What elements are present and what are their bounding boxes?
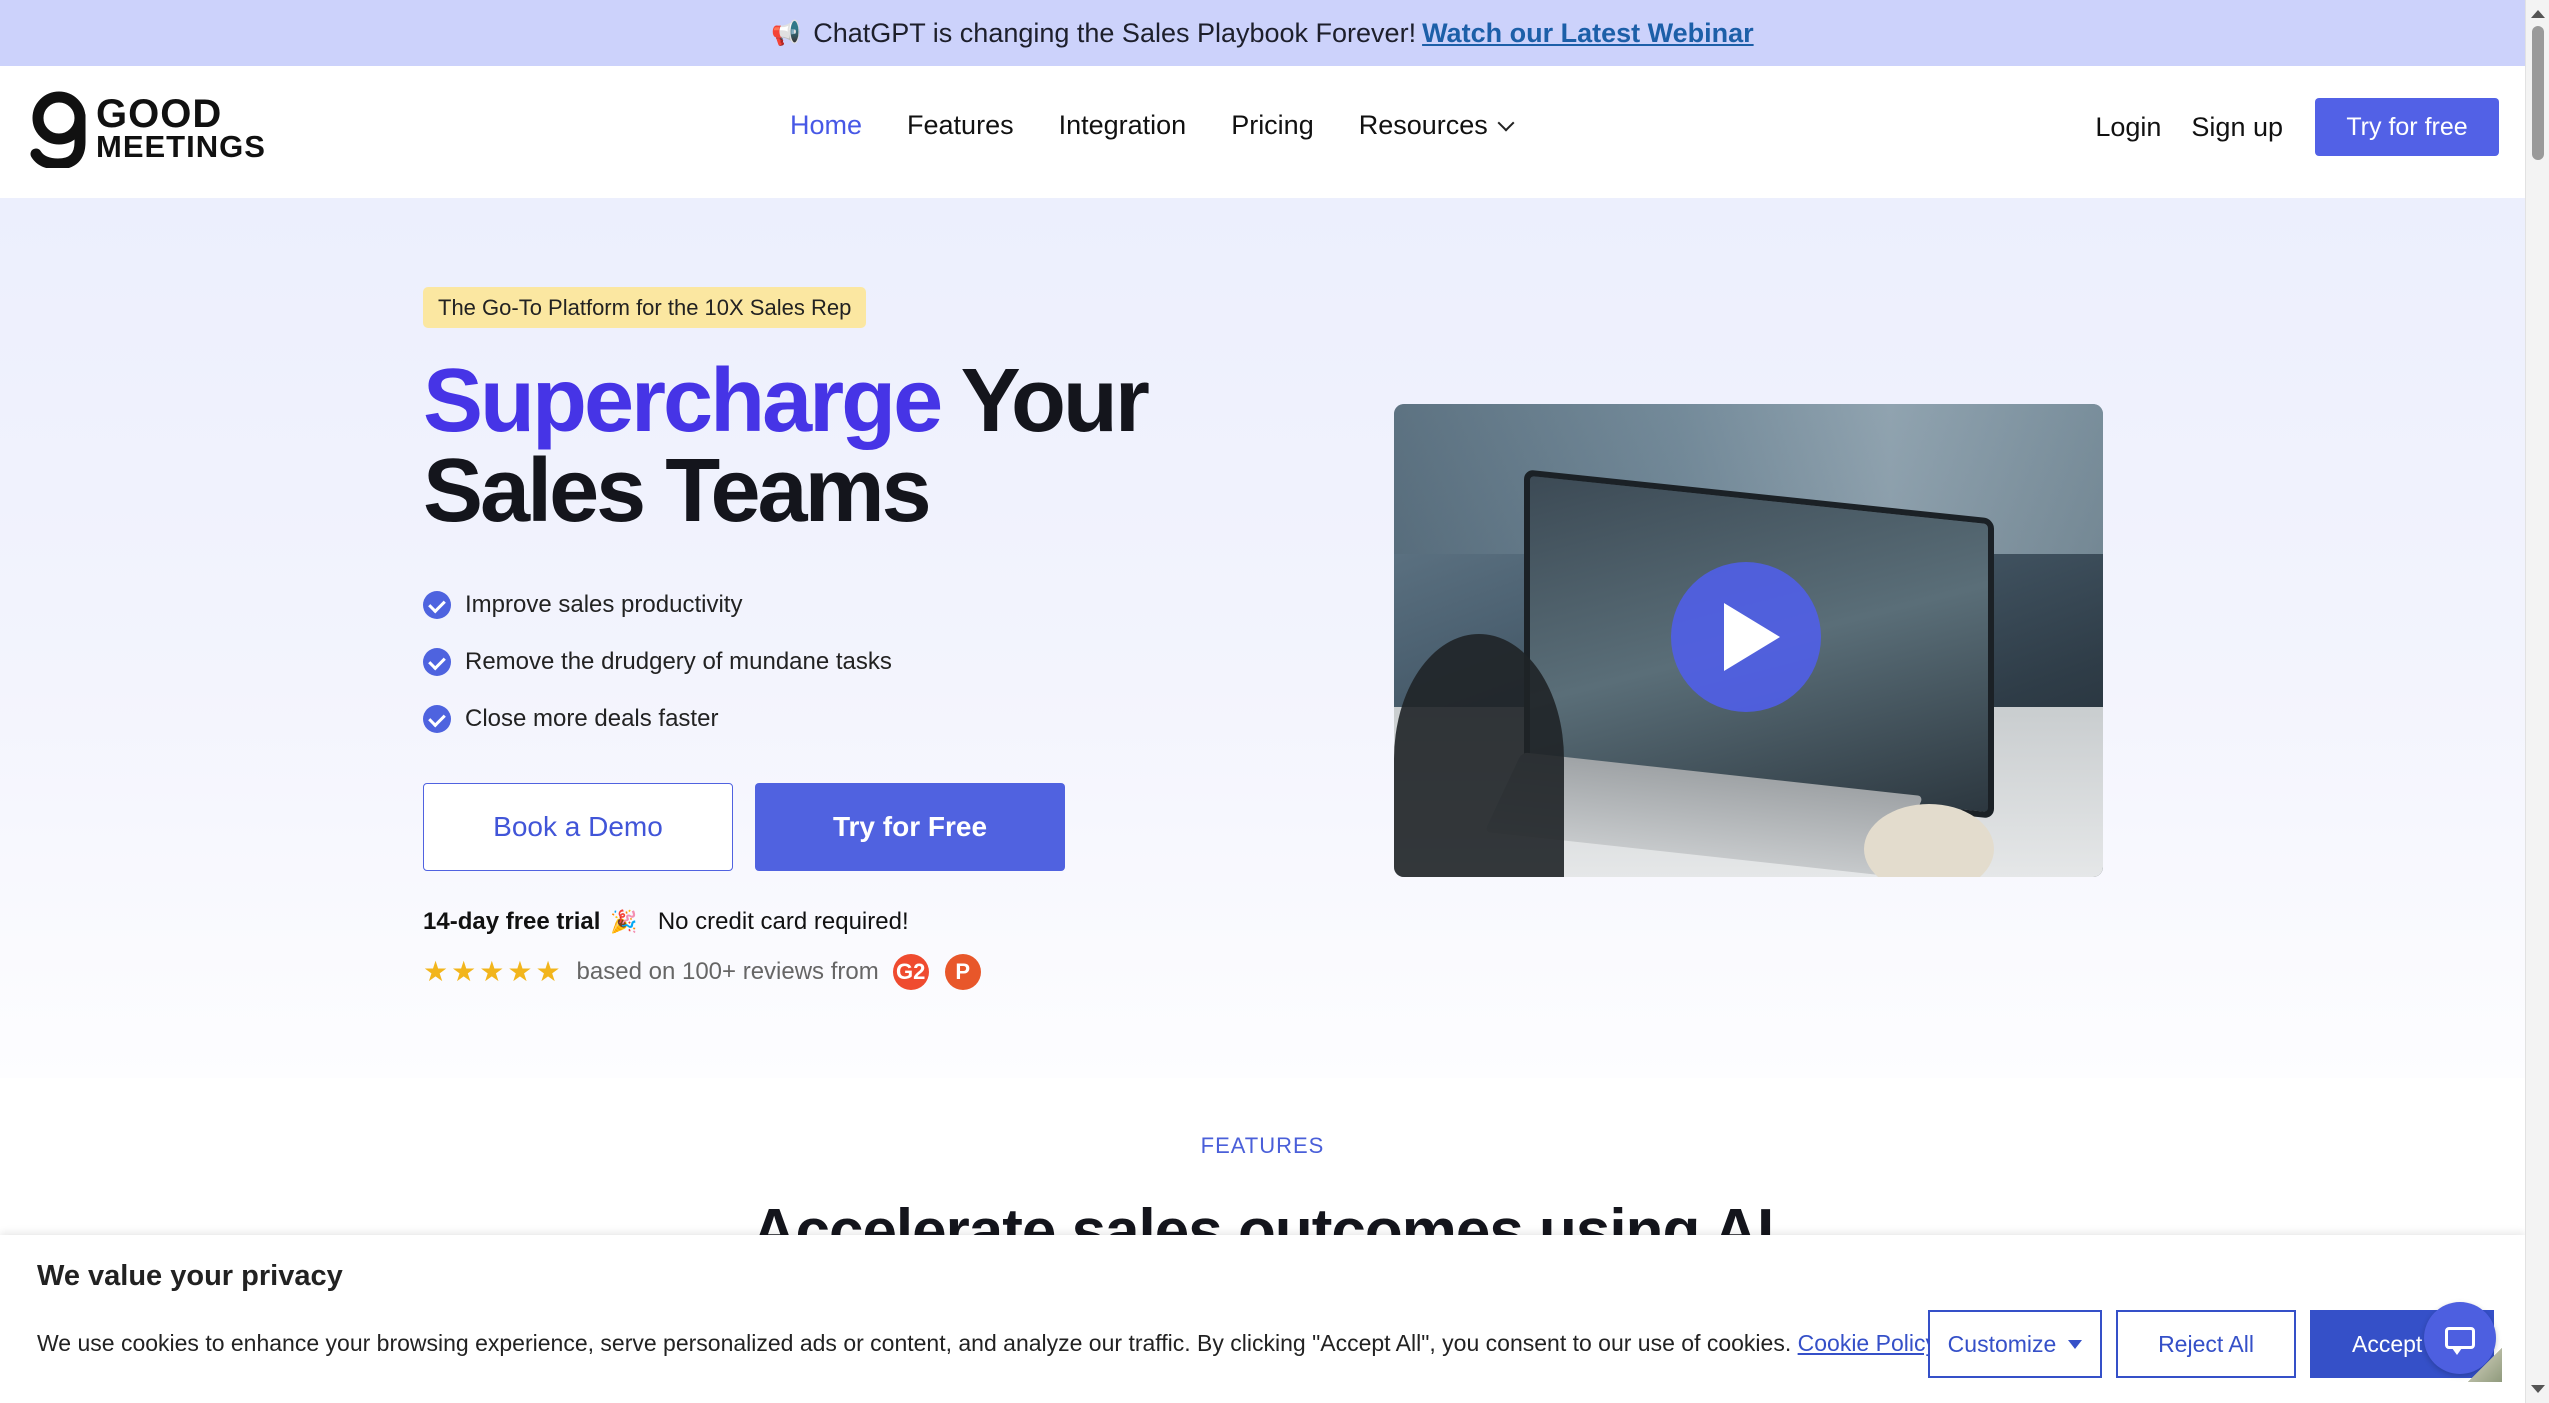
- webinar-link[interactable]: Watch our Latest Webinar: [1422, 18, 1754, 49]
- hero-cta-row: Book a Demo Try for Free: [423, 783, 1065, 871]
- g2-logo-icon[interactable]: G2: [892, 954, 929, 990]
- check-circle-icon: [423, 647, 451, 676]
- hero-video[interactable]: [1394, 404, 2103, 877]
- nav-pricing[interactable]: Pricing: [1231, 110, 1314, 141]
- benefit-list: Improve sales productivity Remove the dr…: [423, 576, 892, 747]
- star-icon: ★: [423, 956, 449, 987]
- product-hunt-logo-icon[interactable]: P: [944, 954, 981, 990]
- features-label: FEATURES: [1200, 1133, 1325, 1158]
- customize-button[interactable]: Customize: [1928, 1310, 2102, 1378]
- chevron-down-icon: [1497, 114, 1515, 131]
- star-icon: ★: [507, 956, 533, 987]
- announcement-text: ChatGPT is changing the Sales Playbook F…: [813, 17, 1417, 48]
- headline-accent: Supercharge: [423, 351, 943, 451]
- nav-resources-label: Resources: [1358, 110, 1488, 140]
- list-item: Improve sales productivity: [423, 576, 892, 633]
- scroll-up-icon[interactable]: [2531, 10, 2545, 18]
- reviews-text: based on 100+ reviews from: [576, 958, 879, 985]
- scroll-down-icon[interactable]: [2531, 1385, 2545, 1393]
- benefit-text: Close more deals faster: [465, 704, 719, 732]
- main-nav: Home Features Integration Pricing Resour…: [790, 110, 1515, 141]
- logo[interactable]: GOOD MEETINGS: [28, 90, 266, 168]
- list-item: Remove the drudgery of mundane tasks: [423, 633, 892, 690]
- logo-wordmark: GOOD MEETINGS: [96, 92, 266, 164]
- list-item: Close more deals faster: [423, 690, 892, 747]
- star-icon: ★: [535, 956, 561, 987]
- trial-info: 14-day free trial 🎉 No credit card requi…: [423, 908, 909, 936]
- logo-line1: GOOD: [96, 92, 223, 136]
- nav-integration[interactable]: Integration: [1059, 110, 1187, 141]
- star-icon: ★: [479, 956, 505, 987]
- cookie-text: We use cookies to enhance your browsing …: [37, 1330, 1937, 1357]
- book-demo-button[interactable]: Book a Demo: [423, 783, 733, 871]
- scrollbar[interactable]: [2525, 0, 2549, 1403]
- cookie-title: We value your privacy: [37, 1260, 343, 1292]
- customize-label: Customize: [1947, 1330, 2057, 1357]
- cookie-policy-link[interactable]: Cookie Policy: [1798, 1330, 1937, 1356]
- caret-down-icon: [2068, 1339, 2083, 1349]
- announcement-bar: 📢 ChatGPT is changing the Sales Playbook…: [0, 0, 2525, 66]
- benefit-text: Improve sales productivity: [465, 590, 743, 618]
- nav-features[interactable]: Features: [907, 110, 1014, 141]
- party-popper-icon: 🎉: [610, 909, 638, 934]
- tagline-badge: The Go-To Platform for the 10X Sales Rep: [423, 287, 867, 328]
- login-link[interactable]: Login: [2095, 112, 2161, 143]
- good-meetings-logo-icon: [30, 91, 86, 168]
- star-icon: ★: [451, 956, 477, 987]
- benefit-text: Remove the drudgery of mundane tasks: [465, 647, 892, 675]
- check-circle-icon: [423, 590, 451, 619]
- scrollbar-thumb[interactable]: [2532, 26, 2544, 160]
- nav-resources[interactable]: Resources: [1358, 110, 1515, 141]
- logo-line2: MEETINGS: [96, 129, 266, 164]
- rating-stars: ★ ★ ★ ★ ★: [423, 958, 561, 986]
- cookie-body: We use cookies to enhance your browsing …: [37, 1330, 1792, 1356]
- video-person: [1394, 634, 1564, 877]
- site-header: GOOD MEETINGS Home Features Integration …: [0, 66, 2525, 198]
- hero-section: The Go-To Platform for the 10X Sales Rep…: [0, 198, 2525, 1078]
- check-circle-icon: [423, 704, 451, 733]
- hero-headline: Supercharge Your Sales Teams: [423, 356, 1150, 536]
- no-card-text: No credit card required!: [657, 908, 909, 935]
- try-free-button[interactable]: Try for Free: [755, 783, 1065, 871]
- reviews-row: ★ ★ ★ ★ ★ based on 100+ reviews from G2 …: [423, 954, 981, 990]
- chat-icon: [2445, 1327, 2475, 1355]
- play-button-icon[interactable]: [1671, 562, 1821, 712]
- play-triangle: [1724, 603, 1780, 671]
- trial-label: 14-day free trial: [423, 908, 601, 935]
- cookie-actions: Customize Reject All Accept All: [1928, 1310, 2494, 1378]
- signup-link[interactable]: Sign up: [2191, 112, 2283, 143]
- cookie-banner: We value your privacy We use cookies to …: [0, 1235, 2525, 1403]
- reject-all-button[interactable]: Reject All: [2116, 1310, 2296, 1378]
- headline-line1-rest: Your: [960, 351, 1150, 451]
- try-for-free-button[interactable]: Try for free: [2315, 98, 2499, 156]
- megaphone-icon: 📢: [771, 19, 802, 47]
- header-actions: Login Sign up Try for free: [2095, 98, 2499, 156]
- nav-home[interactable]: Home: [790, 110, 862, 141]
- resize-grip-icon: [2468, 1348, 2502, 1382]
- headline-line2: Sales Teams: [423, 441, 932, 541]
